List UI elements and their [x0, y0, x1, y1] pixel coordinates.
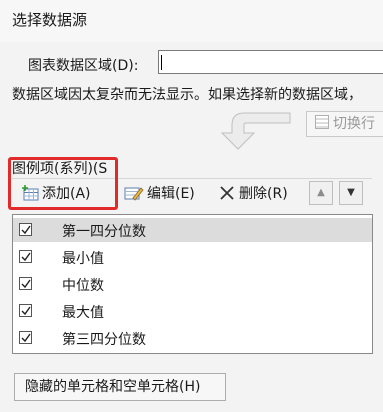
- series-checkbox[interactable]: [19, 304, 32, 317]
- list-item[interactable]: 第三四分位数: [13, 326, 372, 350]
- series-label: 最小值: [62, 251, 104, 267]
- series-checkbox[interactable]: [19, 277, 32, 290]
- chart-data-range-input[interactable]: [158, 50, 383, 74]
- text-caret: [161, 55, 162, 70]
- move-up-button[interactable]: ▲: [309, 181, 333, 205]
- series-checkbox[interactable]: [19, 250, 32, 263]
- edit-series-button[interactable]: 编辑(E): [123, 181, 196, 205]
- list-item[interactable]: 最大值: [13, 299, 372, 323]
- edit-series-icon: [124, 187, 144, 201]
- switch-button-label: 切换行: [333, 116, 375, 132]
- series-label: 第三四分位数: [62, 332, 146, 348]
- chart-data-range-label: 图表数据区域(D):: [28, 58, 139, 74]
- series-checkbox[interactable]: [19, 223, 32, 236]
- delete-x-icon: [220, 186, 234, 200]
- curved-arrow-icon: [220, 112, 291, 150]
- legend-series-list[interactable]: 第一四分位数 最小值 中位数 最大值 第三四分位数: [12, 214, 373, 354]
- move-down-button[interactable]: ▼: [339, 181, 363, 205]
- series-label: 中位数: [62, 278, 104, 294]
- series-label: 最大值: [62, 305, 104, 321]
- edit-button-label: 编辑(E): [147, 186, 195, 202]
- dialog-title: 选择数据源: [12, 11, 88, 29]
- checkbox-check-icon: [21, 306, 31, 316]
- checkbox-check-icon: [21, 333, 31, 343]
- delete-series-button[interactable]: 删除(R): [218, 181, 289, 205]
- switch-row-column-button[interactable]: 切换行: [306, 111, 383, 137]
- checkbox-check-icon: [21, 279, 31, 289]
- checkbox-check-icon: [21, 225, 31, 235]
- list-item[interactable]: 中位数: [13, 272, 372, 296]
- list-item[interactable]: 最小值: [13, 245, 372, 269]
- hidden-empty-cells-button[interactable]: 隐藏的单元格和空单元格(H): [14, 373, 226, 401]
- switch-row-col-icon: [315, 115, 329, 129]
- list-item[interactable]: 第一四分位数: [13, 218, 372, 242]
- add-button-highlight: [8, 157, 118, 210]
- series-label: 第一四分位数: [62, 224, 146, 240]
- delete-button-label: 删除(R): [239, 186, 288, 202]
- range-too-complex-note: 数据区域因太复杂而无法显示。如果选择新的数据区域，: [12, 87, 362, 103]
- series-checkbox[interactable]: [19, 331, 32, 344]
- checkbox-check-icon: [21, 252, 31, 262]
